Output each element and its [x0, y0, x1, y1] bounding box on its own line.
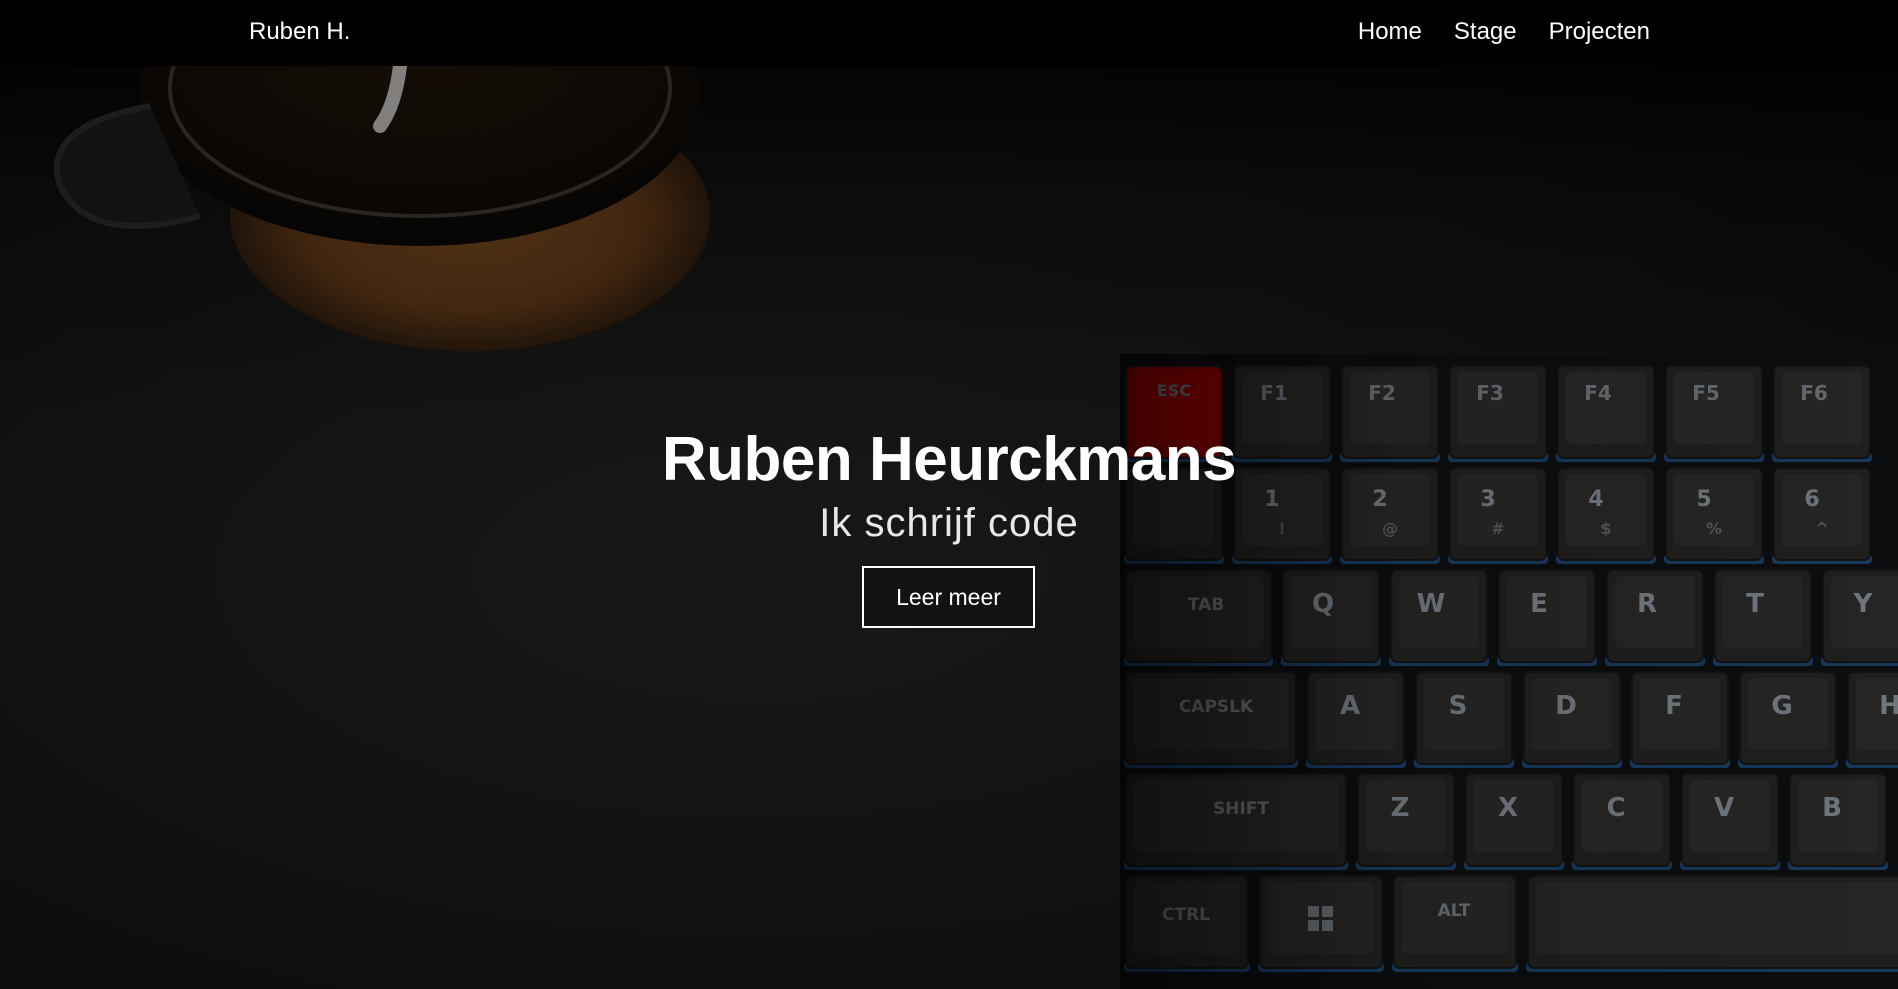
nav-item-stage: Stage [1454, 17, 1517, 47]
brand-link[interactable]: Ruben H. [249, 17, 350, 47]
nav-link-stage[interactable]: Stage [1454, 18, 1517, 45]
nav-item-projecten: Projecten [1549, 17, 1650, 47]
hero-title: Ruben Heurckmans [661, 425, 1237, 494]
nav-link-home[interactable]: Home [1358, 18, 1422, 45]
page: Ruben H. Home Stage Projecten Ruben Heur… [0, 0, 1898, 989]
navbar: Ruben H. Home Stage Projecten [0, 0, 1898, 66]
learn-more-button[interactable]: Leer meer [862, 566, 1035, 628]
hero-section: ESCF1F2F3F4F5F61!2@3#4$5%6^TABQWERTYCAPS… [0, 66, 1898, 989]
nav-item-home: Home [1358, 17, 1422, 47]
hero-subtitle: Ik schrijf code [819, 501, 1079, 545]
nav-link-projecten[interactable]: Projecten [1549, 18, 1650, 45]
nav-links: Home Stage Projecten [1358, 17, 1650, 47]
